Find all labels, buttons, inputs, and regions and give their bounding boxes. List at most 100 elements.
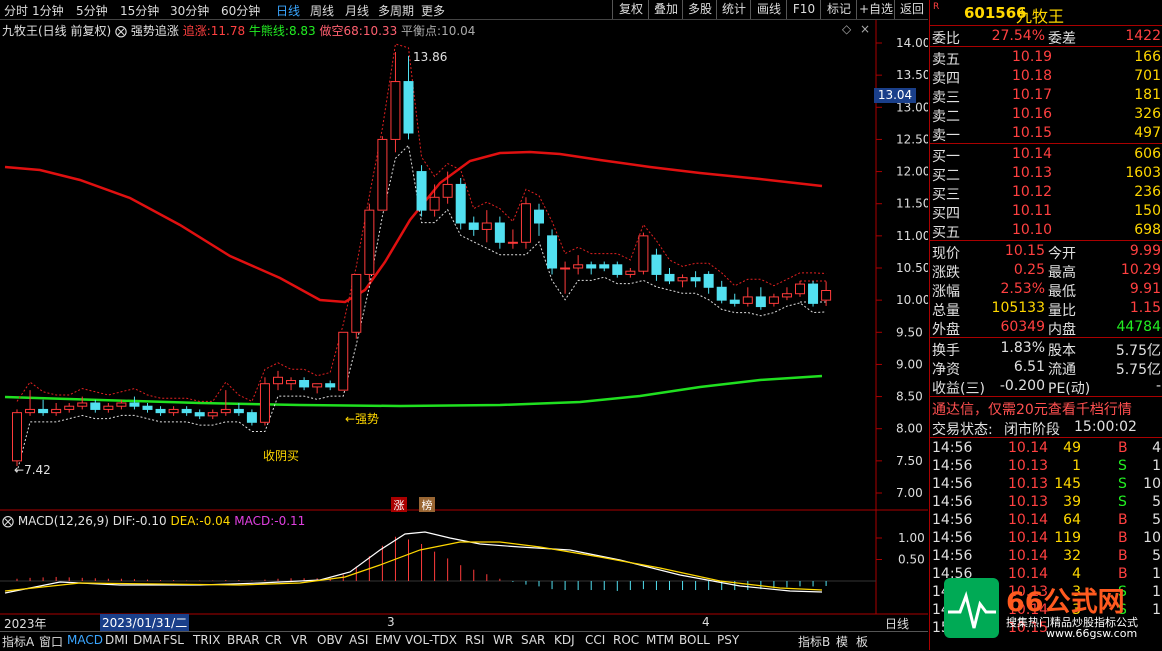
candle-body <box>207 412 218 417</box>
period-weekly[interactable]: 周线 <box>310 2 334 19</box>
tick-side: B <box>1118 512 1128 528</box>
collapse-icon[interactable]: ⨂ <box>115 24 127 38</box>
sell-level-label: 卖五 <box>932 52 960 68</box>
period-5min[interactable]: 5分钟 <box>76 2 108 19</box>
strong-signal-label: ←强势 <box>345 412 380 426</box>
price-tick-label: 9.50 <box>896 325 923 339</box>
indicator-tab[interactable]: DMI <box>105 633 128 647</box>
buy-price: 10.13 <box>1012 165 1053 181</box>
close-icon[interactable]: × <box>860 22 870 36</box>
tick-count: 5 <box>1152 512 1161 528</box>
ad-text[interactable]: 通达信，仅需20元查看千档行情 <box>932 399 1132 419</box>
overlay-button[interactable]: 叠加 <box>648 0 683 19</box>
macd-label: MACD(12,26,9) <box>17 514 109 528</box>
period-1min[interactable]: 1分钟 <box>32 2 64 19</box>
indicator-tab[interactable]: 指标A <box>2 633 34 650</box>
tick-time: 14:56 <box>932 530 973 546</box>
indicator-tab[interactable]: SAR <box>521 633 545 647</box>
statistics-button[interactable]: 统计 <box>716 0 751 19</box>
indicator-tab[interactable]: CR <box>265 633 282 647</box>
stat-value: 10.29 <box>1120 262 1161 278</box>
indicator-tab[interactable]: RSI <box>465 633 485 647</box>
indicator-tab[interactable]: 窗口 <box>39 633 63 650</box>
indicator-tab[interactable]: EMV <box>375 633 401 647</box>
indicator-tab[interactable]: WR <box>493 633 513 647</box>
period-15min[interactable]: 15分钟 <box>120 2 159 19</box>
period-daily[interactable]: 日线 <box>276 2 300 19</box>
status-time: 15:00:02 <box>1074 419 1137 435</box>
buy-level-label: 买二 <box>932 168 960 184</box>
price-tick-label: 8.50 <box>896 390 923 404</box>
period-fenshi[interactable]: 分时 <box>4 2 28 19</box>
back-button[interactable]: 返回 <box>894 0 929 19</box>
mark-button[interactable]: 标记 <box>820 0 857 19</box>
sell-level-label: 卖二 <box>932 109 960 125</box>
indicator-tab[interactable]: MTM <box>646 633 674 647</box>
buy-level-label: 买一 <box>932 149 960 165</box>
tick-count: 1 <box>1152 458 1161 474</box>
tick-row: 14:56 10.14 49 B 4 <box>930 439 1162 457</box>
sell-price: 10.18 <box>1012 68 1053 84</box>
indicator-tab[interactable]: 板 <box>856 633 868 650</box>
candle-body <box>468 222 479 230</box>
indicator-tab[interactable]: BRAR <box>227 633 260 647</box>
candle-body <box>286 380 297 385</box>
candle-body <box>560 267 571 270</box>
zuokong-value: 10.33 <box>362 24 398 38</box>
price-tick-label: 11.00 <box>896 229 928 243</box>
candle-body <box>573 264 584 269</box>
indicator-tab[interactable]: 模 <box>836 633 848 650</box>
tick-volume: 49 <box>1063 440 1081 456</box>
period-tag[interactable]: 日线 <box>885 615 909 632</box>
indicator-tab[interactable]: DMA <box>133 633 161 647</box>
fuquan-button[interactable]: 复权 <box>612 0 649 19</box>
macd-collapse-icon[interactable]: ⨂ <box>2 514 14 528</box>
price-tick-label: 10.50 <box>896 261 928 275</box>
indicator-tab[interactable]: 指标B <box>798 633 830 650</box>
indicator-tab[interactable]: OBV <box>317 633 343 647</box>
indicator-tab[interactable]: MACD <box>67 633 103 647</box>
add-watchlist-button[interactable]: +自选 <box>856 0 895 19</box>
tick-count: 1 <box>1152 584 1161 600</box>
indicator-tab[interactable]: CCI <box>585 633 605 647</box>
tick-price: 10.14 <box>1008 440 1049 456</box>
candle-body <box>312 383 323 388</box>
period-multi[interactable]: 多周期 <box>378 2 414 19</box>
draw-line-button[interactable]: 画线 <box>750 0 787 19</box>
tick-count: 10 <box>1143 476 1161 492</box>
date-year-label: 2023年 <box>4 617 47 631</box>
f10-button[interactable]: F10 <box>786 0 821 19</box>
tick-side: B <box>1118 440 1128 456</box>
indicator-tab[interactable]: VOL-TDX <box>405 633 457 647</box>
niu-value: 8.83 <box>288 24 316 38</box>
period-30min[interactable]: 30分钟 <box>170 2 209 19</box>
multi-stock-button[interactable]: 多股 <box>682 0 717 19</box>
candle-body <box>703 273 714 288</box>
indicator-tab[interactable]: FSL <box>163 633 184 647</box>
bang-tag[interactable]: 榜 <box>419 497 435 512</box>
indicator-tab[interactable]: KDJ <box>554 633 575 647</box>
ad-row[interactable]: 通达信，仅需20元查看千档行情 <box>930 398 1162 419</box>
stat-value: - <box>1155 378 1161 394</box>
zhang-tag[interactable]: 涨 <box>391 497 407 512</box>
period-more[interactable]: 更多 <box>421 2 445 19</box>
period-60min[interactable]: 60分钟 <box>221 2 260 19</box>
stat-row: 总量 105133 量比 1.15 <box>930 299 1162 319</box>
macd-tick-label: 0.50 <box>898 553 925 567</box>
indicator-tab[interactable]: ASI <box>349 633 368 647</box>
stat-row: 涨跌 0.25 最高 10.29 <box>930 261 1162 281</box>
kline-chart[interactable]: 14.0013.5013.0012.5012.0011.5011.0010.50… <box>0 20 928 631</box>
dea-label: DEA: <box>170 514 200 528</box>
candle-body <box>233 408 244 414</box>
indicator-tab[interactable]: ROC <box>613 633 639 647</box>
indicator-tab[interactable]: PSY <box>717 633 739 647</box>
candle-body <box>729 299 740 304</box>
macd-dea-line <box>4 541 823 592</box>
candle-body <box>507 241 518 244</box>
period-monthly[interactable]: 月线 <box>345 2 369 19</box>
indicator-tab[interactable]: TRIX <box>193 633 220 647</box>
indicator-tab[interactable]: BOLL <box>679 633 710 647</box>
diamond-icon[interactable]: ◇ <box>842 22 851 36</box>
indicator-tab[interactable]: VR <box>291 633 308 647</box>
sell-level-label: 卖一 <box>932 128 960 144</box>
